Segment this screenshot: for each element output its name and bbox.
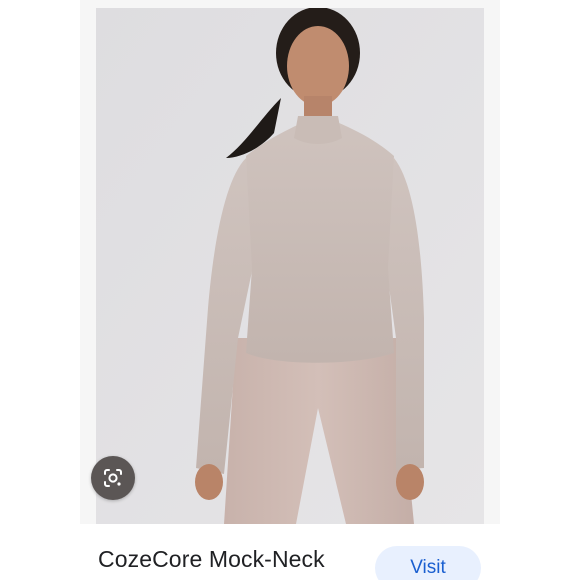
- google-lens-button[interactable]: [91, 456, 135, 500]
- google-lens-icon: [104, 469, 122, 487]
- image-viewer: CozeCore Mock-Neck Visit: [0, 0, 580, 580]
- image-preview-card: [80, 0, 500, 580]
- product-info-bar: CozeCore Mock-Neck Visit: [80, 524, 500, 580]
- product-photo[interactable]: [96, 8, 484, 524]
- product-title[interactable]: CozeCore Mock-Neck: [98, 546, 325, 573]
- visit-button[interactable]: Visit: [375, 546, 481, 580]
- product-photo-illustration: [96, 8, 484, 524]
